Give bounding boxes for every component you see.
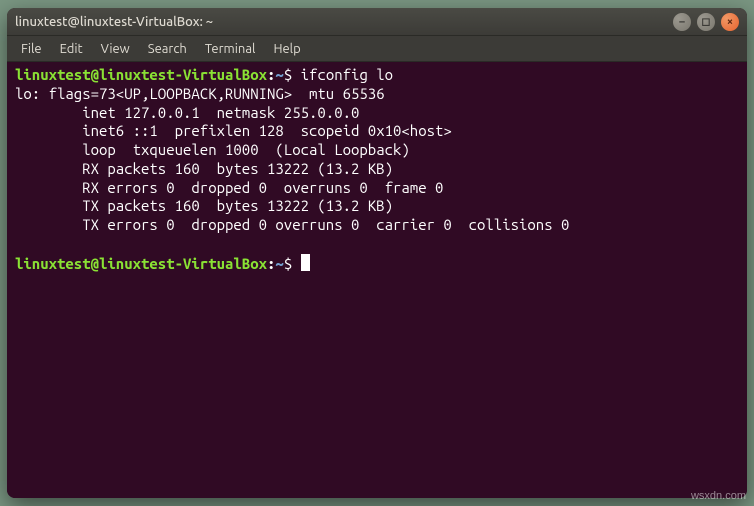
- output-line: inet6 ::1 prefixlen 128 scopeid 0x10<hos…: [15, 122, 452, 139]
- minimize-button[interactable]: –: [673, 13, 691, 31]
- menu-search[interactable]: Search: [140, 39, 195, 59]
- menu-edit[interactable]: Edit: [52, 39, 91, 59]
- prompt-dollar: $: [284, 66, 292, 83]
- prompt-userhost: linuxtest@linuxtest-VirtualBox: [15, 255, 267, 272]
- output-line: lo: flags=73<UP,LOOPBACK,RUNNING> mtu 65…: [15, 85, 385, 102]
- terminal-window: linuxtest@linuxtest-VirtualBox: ~ – ◻ × …: [7, 8, 747, 498]
- output-line: TX errors 0 dropped 0 overruns 0 carrier…: [15, 216, 569, 233]
- prompt-path: ~: [275, 255, 283, 272]
- prompt-userhost: linuxtest@linuxtest-VirtualBox: [15, 66, 267, 83]
- menu-help[interactable]: Help: [265, 39, 308, 59]
- prompt-dollar: $: [284, 255, 292, 272]
- output-line: RX packets 160 bytes 13222 (13.2 KB): [15, 160, 393, 177]
- titlebar[interactable]: linuxtest@linuxtest-VirtualBox: ~ – ◻ ×: [7, 8, 747, 36]
- output-line: RX errors 0 dropped 0 overruns 0 frame 0: [15, 179, 443, 196]
- menu-terminal[interactable]: Terminal: [197, 39, 264, 59]
- menu-view[interactable]: View: [93, 39, 138, 59]
- prompt-path: ~: [275, 66, 283, 83]
- cursor: [301, 254, 310, 271]
- watermark: wsxdn.com: [691, 490, 746, 502]
- window-title: linuxtest@linuxtest-VirtualBox: ~: [15, 15, 673, 29]
- terminal-body[interactable]: linuxtest@linuxtest-VirtualBox:~$ ifconf…: [7, 62, 747, 498]
- menubar: File Edit View Search Terminal Help: [7, 36, 747, 62]
- output-line: inet 127.0.0.1 netmask 255.0.0.0: [15, 104, 359, 121]
- window-controls: – ◻ ×: [673, 13, 739, 31]
- command-text: ifconfig lo: [301, 66, 393, 83]
- maximize-button[interactable]: ◻: [697, 13, 715, 31]
- output-line: loop txqueuelen 1000 (Local Loopback): [15, 141, 410, 158]
- menu-file[interactable]: File: [13, 39, 50, 59]
- close-button[interactable]: ×: [721, 13, 739, 31]
- output-line: TX packets 160 bytes 13222 (13.2 KB): [15, 197, 393, 214]
